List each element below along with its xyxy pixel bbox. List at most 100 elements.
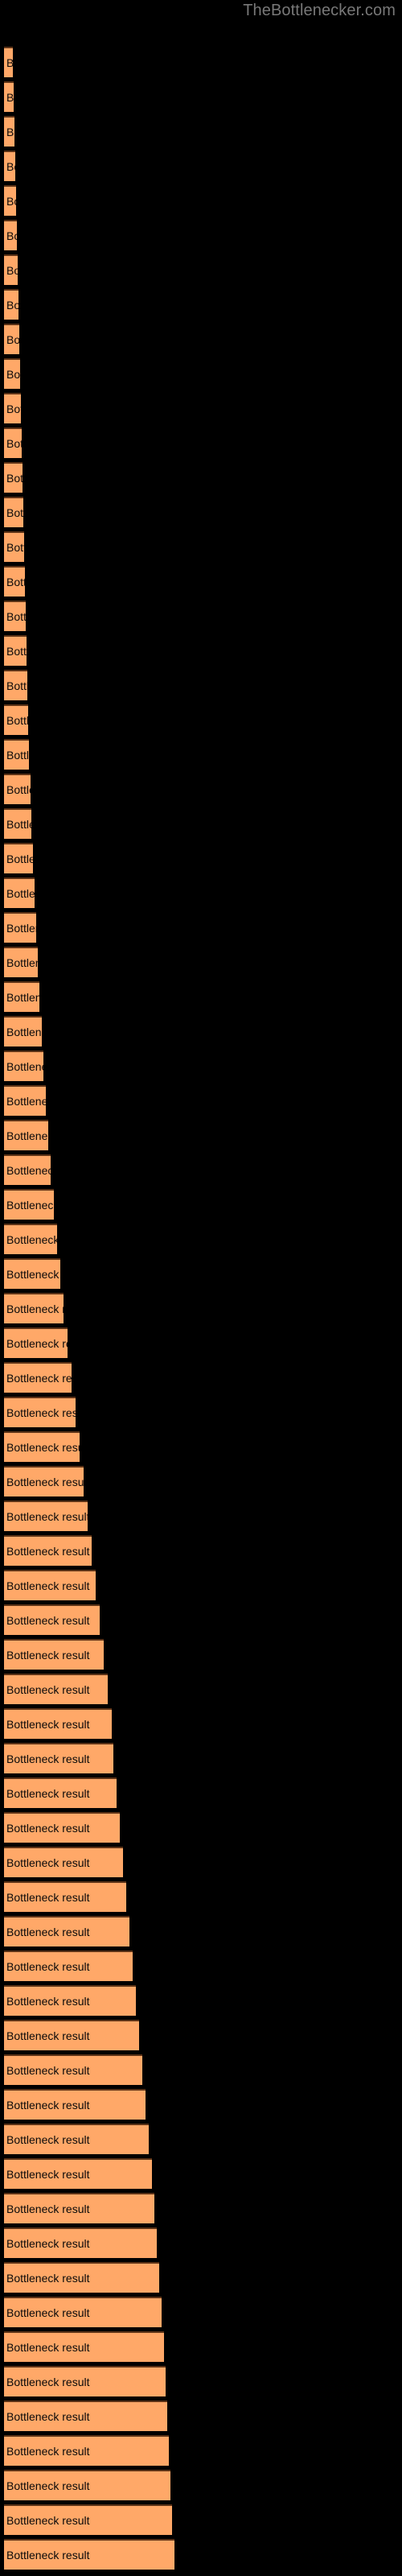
bar-67[interactable]: Bottleneck result (4, 2331, 164, 2362)
bar-25[interactable]: Bottleneck result (4, 877, 35, 908)
bar-60[interactable]: Bottleneck result (4, 2089, 146, 2120)
bar-43[interactable]: Bottleneck result (4, 1501, 88, 1531)
bar-27[interactable]: Bottleneck result (4, 947, 38, 977)
bar-72[interactable]: Bottleneck result (4, 2504, 172, 2535)
bar-16[interactable]: Bottleneck result (4, 566, 25, 597)
bar-21[interactable]: Bottleneck result (4, 739, 29, 770)
bar-10[interactable]: Bottleneck result (4, 358, 20, 389)
bar-36[interactable]: Bottleneck result (4, 1258, 60, 1289)
bar-label: Bottleneck result (6, 541, 24, 554)
bar-19[interactable]: Bottleneck result (4, 670, 27, 700)
bar-label: Bottleneck result (6, 610, 26, 623)
bar-35[interactable]: Bottleneck result (4, 1224, 57, 1254)
bar-38[interactable]: Bottleneck result (4, 1327, 68, 1358)
bar-47[interactable]: Bottleneck result (4, 1639, 104, 1670)
bar-37[interactable]: Bottleneck result (4, 1293, 64, 1323)
bar-13[interactable]: Bottleneck result (4, 462, 23, 493)
bar-label: Bottleneck result (6, 1406, 76, 1419)
bar-66[interactable]: Bottleneck result (4, 2297, 162, 2327)
bar-53[interactable]: Bottleneck result (4, 1847, 123, 1877)
bar-63[interactable]: Bottleneck result (4, 2193, 154, 2223)
bar-label: Bottleneck result (6, 126, 14, 138)
bar-label: Bottleneck result (6, 1164, 51, 1177)
bar-40[interactable]: Bottleneck result (4, 1397, 76, 1427)
bar-label: Bottleneck result (6, 2341, 90, 2354)
bar-30[interactable]: Bottleneck result (4, 1051, 43, 1081)
bar-label: Bottleneck result (6, 1337, 68, 1350)
bar-68[interactable]: Bottleneck result (4, 2366, 166, 2396)
bar-41[interactable]: Bottleneck result (4, 1431, 80, 1462)
bar-label: Bottleneck result (6, 2445, 90, 2458)
bar-label: Bottleneck result (6, 1649, 90, 1662)
bar-label: Bottleneck result (6, 2029, 90, 2042)
bar-label: Bottleneck result (6, 1960, 90, 1973)
bar-57[interactable]: Bottleneck result (4, 1985, 136, 2016)
bar-label: Bottleneck result (6, 91, 14, 104)
bar-17[interactable]: Bottleneck result (4, 601, 26, 631)
bar-12[interactable]: Bottleneck result (4, 427, 22, 458)
bar-label: Bottleneck result (6, 1545, 90, 1558)
bar-22[interactable]: Bottleneck result (4, 774, 31, 804)
bar-33[interactable]: Bottleneck result (4, 1154, 51, 1185)
bar-42[interactable]: Bottleneck result (4, 1466, 84, 1496)
bar-24[interactable]: Bottleneck result (4, 843, 33, 873)
bar-70[interactable]: Bottleneck result (4, 2435, 169, 2466)
bar-23[interactable]: Bottleneck result (4, 808, 31, 839)
bar-18[interactable]: Bottleneck result (4, 635, 27, 666)
bar-14[interactable]: Bottleneck result (4, 497, 23, 527)
bar-15[interactable]: Bottleneck result (4, 531, 24, 562)
bar-label: Bottleneck result (6, 264, 18, 277)
bar-11[interactable]: Bottleneck result (4, 393, 21, 423)
bar-62[interactable]: Bottleneck result (4, 2158, 152, 2189)
bar-48[interactable]: Bottleneck result (4, 1674, 108, 1704)
bar-3[interactable]: Bottleneck result (4, 116, 14, 147)
bar-label: Bottleneck result (6, 1372, 72, 1385)
bar-56[interactable]: Bottleneck result (4, 1951, 133, 1981)
bar-51[interactable]: Bottleneck result (4, 1777, 117, 1808)
bar-52[interactable]: Bottleneck result (4, 1812, 120, 1843)
bar-label: Bottleneck result (6, 2237, 90, 2250)
bar-32[interactable]: Bottleneck result (4, 1120, 48, 1150)
bar-69[interactable]: Bottleneck result (4, 2401, 167, 2431)
bar-59[interactable]: Bottleneck result (4, 2054, 142, 2085)
bar-8[interactable]: Bottleneck result (4, 289, 18, 320)
bar-58[interactable]: Bottleneck result (4, 2020, 139, 2050)
bar-1[interactable]: Bottleneck result (4, 47, 13, 77)
bar-31[interactable]: Bottleneck result (4, 1085, 46, 1116)
bar-65[interactable]: Bottleneck result (4, 2262, 159, 2293)
bar-20[interactable]: Bottleneck result (4, 704, 28, 735)
bar-label: Bottleneck result (6, 1302, 64, 1315)
bar-55[interactable]: Bottleneck result (4, 1916, 129, 1946)
bar-label: Bottleneck result (6, 749, 29, 762)
bar-7[interactable]: Bottleneck result (4, 254, 18, 285)
bar-label: Bottleneck result (6, 2099, 90, 2112)
bar-73[interactable]: Bottleneck result (4, 2539, 174, 2570)
bar-28[interactable]: Bottleneck result (4, 981, 39, 1012)
bar-49[interactable]: Bottleneck result (4, 1708, 112, 1739)
bar-label: Bottleneck result (6, 506, 23, 519)
bar-9[interactable]: Bottleneck result (4, 324, 19, 354)
bar-54[interactable]: Bottleneck result (4, 1881, 126, 1912)
bar-2[interactable]: Bottleneck result (4, 81, 14, 112)
bar-71[interactable]: Bottleneck result (4, 2470, 170, 2500)
bar-29[interactable]: Bottleneck result (4, 1016, 42, 1046)
bar-label: Bottleneck result (6, 2479, 90, 2492)
bar-label: Bottleneck result (6, 160, 15, 173)
bar-50[interactable]: Bottleneck result (4, 1743, 113, 1773)
bar-45[interactable]: Bottleneck result (4, 1570, 96, 1600)
bar-label: Bottleneck result (6, 195, 16, 208)
bar-5[interactable]: Bottleneck result (4, 185, 16, 216)
bar-39[interactable]: Bottleneck result (4, 1362, 72, 1393)
bar-61[interactable]: Bottleneck result (4, 2124, 149, 2154)
bar-64[interactable]: Bottleneck result (4, 2227, 157, 2258)
bar-label: Bottleneck result (6, 368, 20, 381)
bar-4[interactable]: Bottleneck result (4, 151, 15, 181)
bar-44[interactable]: Bottleneck result (4, 1535, 92, 1566)
bar-label: Bottleneck result (6, 2376, 90, 2388)
bar-6[interactable]: Bottleneck result (4, 220, 17, 250)
bar-46[interactable]: Bottleneck result (4, 1604, 100, 1635)
bar-label: Bottleneck result (6, 1822, 90, 1835)
bar-label: Bottleneck result (6, 1995, 90, 2008)
bar-26[interactable]: Bottleneck result (4, 912, 36, 943)
bar-34[interactable]: Bottleneck result (4, 1189, 54, 1220)
